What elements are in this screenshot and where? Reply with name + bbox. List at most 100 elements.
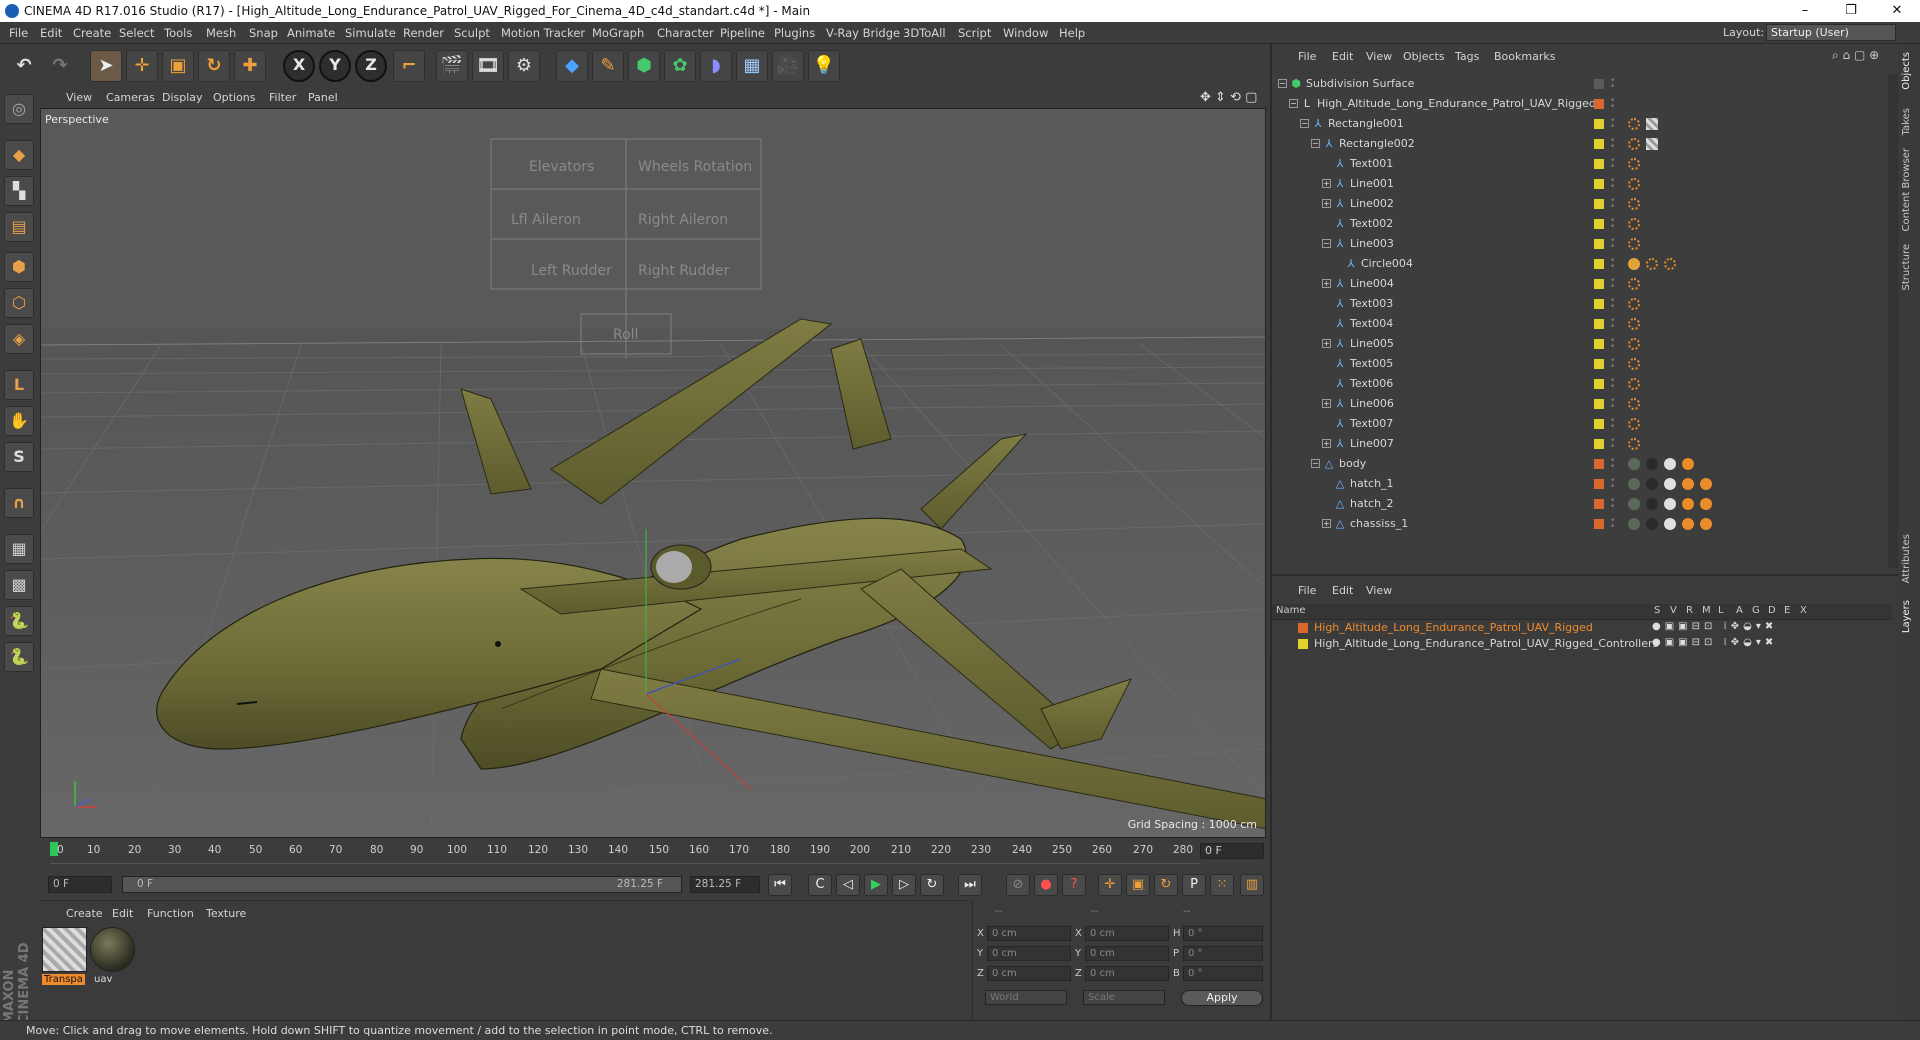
object-name[interactable]: Line002 — [1350, 197, 1394, 210]
object-tag-icon[interactable] — [1628, 118, 1640, 130]
object-name[interactable]: Line005 — [1350, 337, 1394, 350]
collapse-toggle-icon[interactable]: − — [1300, 119, 1309, 128]
menu-plugins[interactable]: Plugins — [774, 26, 815, 40]
viewport-menu-filter[interactable]: Filter — [269, 91, 296, 104]
expand-toggle-icon[interactable]: + — [1322, 439, 1331, 448]
timeline-window-icon[interactable]: ▥ — [1240, 874, 1264, 896]
object-row[interactable]: + ⅄ Line002 • • — [1272, 194, 1888, 214]
object-tag-icon[interactable] — [1664, 258, 1676, 270]
object-tag-icon[interactable] — [1700, 478, 1712, 490]
menu-simulate[interactable]: Simulate — [345, 26, 396, 40]
object-tag-icon[interactable] — [1628, 158, 1640, 170]
object-row[interactable]: − ⅄ Rectangle002 • • — [1272, 134, 1888, 154]
layer-color-swatch[interactable] — [1594, 219, 1604, 229]
object-tag-icon[interactable] — [1682, 498, 1694, 510]
layer-color-swatch[interactable] — [1594, 299, 1604, 309]
rotate-icon[interactable]: ↻ — [198, 50, 230, 82]
object-tag-icon[interactable] — [1682, 478, 1694, 490]
object-row[interactable]: − △ body • • — [1272, 454, 1888, 474]
polygons-mode-icon[interactable]: ◈ — [4, 324, 34, 354]
object-row[interactable]: ⅄ Text005 • • — [1272, 354, 1888, 374]
subdivision-icon[interactable]: ⬢ — [628, 50, 660, 82]
go-to-start-icon[interactable]: ⏮ — [768, 874, 792, 896]
object-row[interactable]: + ⅄ Line004 • • — [1272, 274, 1888, 294]
z-axis-icon[interactable]: Z — [355, 50, 387, 82]
layer-color-swatch[interactable] — [1594, 519, 1604, 529]
object-tag-icon[interactable] — [1700, 518, 1712, 530]
start-frame-field[interactable]: 0 F — [48, 876, 112, 893]
object-name[interactable]: Text007 — [1350, 417, 1393, 430]
tab-takes[interactable]: Takes — [1901, 108, 1912, 135]
object-row[interactable]: + ⅄ Line006 • • — [1272, 394, 1888, 414]
viewport-menu-options[interactable]: Options — [213, 91, 255, 104]
position-x-field[interactable]: 0 cm — [987, 926, 1071, 941]
layer-color-swatch[interactable] — [1594, 279, 1604, 289]
visibility-dots-icon[interactable]: • • — [1610, 277, 1615, 292]
object-tag-icon[interactable] — [1628, 338, 1640, 350]
layer-color-swatch[interactable] — [1298, 623, 1308, 633]
expand-toggle-icon[interactable]: + — [1322, 279, 1331, 288]
collapse-toggle-icon[interactable]: − — [1289, 99, 1298, 108]
light-icon[interactable]: 💡 — [808, 50, 840, 82]
object-row[interactable]: + ⅄ Line007 • • — [1272, 434, 1888, 454]
layer-color-swatch[interactable] — [1594, 239, 1604, 249]
visibility-dots-icon[interactable]: • • — [1610, 397, 1615, 412]
layer-toggle-icons[interactable]: ●▣▣⊟⊡ ⁞✥◒▾✖ — [1652, 637, 1777, 648]
object-menu-objects[interactable]: Objects — [1403, 50, 1445, 63]
object-tag-icon[interactable] — [1628, 458, 1640, 470]
visibility-dots-icon[interactable]: • • — [1610, 317, 1615, 332]
object-tag-icon[interactable] — [1628, 478, 1640, 490]
object-tag-icon[interactable] — [1628, 238, 1640, 250]
visibility-dots-icon[interactable]: • • — [1610, 357, 1615, 372]
perspective-viewport[interactable]: Elevators Wheels Rotation Lfl Aileron Ri… — [40, 108, 1266, 838]
object-tag-icon[interactable] — [1646, 118, 1658, 130]
object-row[interactable]: + ⅄ Line001 • • — [1272, 174, 1888, 194]
maximize-button[interactable]: ❐ — [1828, 0, 1874, 22]
layer-color-swatch[interactable] — [1594, 499, 1604, 509]
object-tag-icon[interactable] — [1628, 498, 1640, 510]
object-name[interactable]: Text005 — [1350, 357, 1393, 370]
live-select-icon[interactable]: ✚ — [234, 50, 266, 82]
visibility-dots-icon[interactable]: • • — [1610, 217, 1615, 232]
object-row[interactable]: ⅄ Circle004 • • — [1272, 254, 1888, 274]
object-tag-icon[interactable] — [1664, 518, 1676, 530]
layer-color-swatch[interactable] — [1594, 479, 1604, 489]
layer-color-swatch[interactable] — [1594, 179, 1604, 189]
visibility-dots-icon[interactable]: • • — [1610, 497, 1615, 512]
size-y-field[interactable]: 0 cm — [1085, 946, 1169, 961]
object-row[interactable]: △ hatch_2 • • — [1272, 494, 1888, 514]
object-name[interactable]: Text006 — [1350, 377, 1393, 390]
object-tag-icon[interactable] — [1682, 458, 1694, 470]
object-row[interactable]: ⅄ Text004 • • — [1272, 314, 1888, 334]
visibility-dots-icon[interactable]: • • — [1610, 237, 1615, 252]
y-axis-icon[interactable]: Y — [319, 50, 351, 82]
object-tag-icon[interactable] — [1628, 358, 1640, 370]
collapse-toggle-icon[interactable]: − — [1311, 139, 1320, 148]
pen-spline-icon[interactable]: ✎ — [592, 50, 624, 82]
layer-color-swatch[interactable] — [1594, 359, 1604, 369]
make-editable-icon[interactable]: ◎ — [4, 94, 34, 124]
cube-icon[interactable]: ◆ — [556, 50, 588, 82]
object-tag-icon[interactable] — [1664, 478, 1676, 490]
object-tag-icon[interactable] — [1628, 258, 1640, 270]
layer-row[interactable]: High_Altitude_Long_Endurance_Patrol_UAV_… — [1272, 620, 1892, 636]
object-tag-icon[interactable] — [1628, 378, 1640, 390]
redo-icon[interactable]: ↷ — [44, 50, 76, 82]
object-name[interactable]: Text001 — [1350, 157, 1393, 170]
layer-color-swatch[interactable] — [1594, 319, 1604, 329]
undo-icon[interactable]: ↶ — [8, 50, 40, 82]
visibility-dots-icon[interactable]: • • — [1610, 117, 1615, 132]
grid-workplane-icon[interactable]: ▦ — [4, 534, 34, 564]
object-tag-icon[interactable] — [1646, 478, 1658, 490]
object-row[interactable]: ⅄ Text007 • • — [1272, 414, 1888, 434]
layer-color-swatch[interactable] — [1594, 99, 1604, 109]
visibility-dots-icon[interactable]: • • — [1610, 137, 1615, 152]
object-menu-bookmarks[interactable]: Bookmarks — [1494, 50, 1555, 63]
layer-color-swatch[interactable] — [1594, 159, 1604, 169]
material-menu-function[interactable]: Function — [147, 907, 194, 920]
object-tag-icon[interactable] — [1628, 198, 1640, 210]
visibility-dots-icon[interactable]: • • — [1610, 457, 1615, 472]
collapse-toggle-icon[interactable]: − — [1278, 79, 1287, 88]
object-name[interactable]: Line006 — [1350, 397, 1394, 410]
model-mode-icon[interactable]: ◆ — [4, 140, 34, 170]
